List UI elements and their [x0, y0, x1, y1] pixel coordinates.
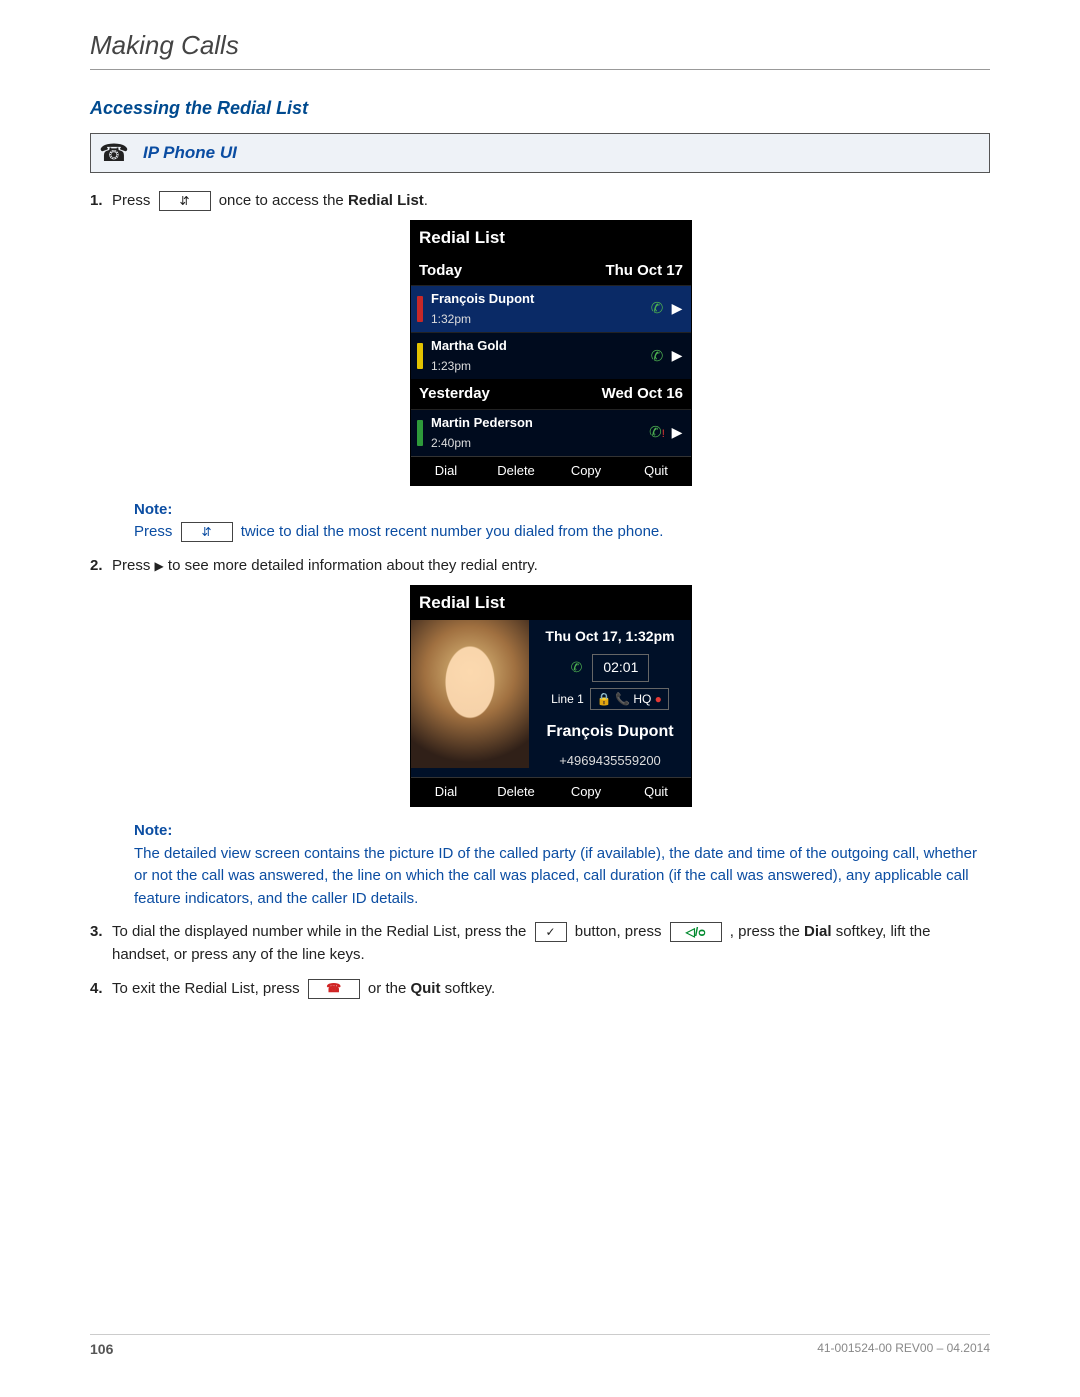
phone-title: Redial List: [411, 586, 691, 620]
note-1-text-b: twice to dial the most recent number you…: [241, 523, 664, 540]
updown-key-icon: ⇵: [159, 191, 211, 211]
redial-entry[interactable]: Martha Gold 1:23pm ✆ ▶: [411, 332, 691, 379]
entry-time: 2:40pm: [431, 436, 471, 450]
entry-name: Martin Pederson: [431, 413, 645, 433]
group-label: Today: [419, 259, 462, 282]
step-3-text-b: button, press: [571, 923, 666, 940]
outgoing-call-icon: ✆: [645, 345, 669, 368]
expand-arrow-icon[interactable]: ▶: [669, 298, 685, 320]
ip-phone-ui-banner: ☎ IP Phone UI: [90, 133, 990, 173]
step-number: 3.: [90, 920, 103, 943]
phone-icon: ☎: [99, 138, 129, 168]
step-2: 2. Press to see more detailed informatio…: [90, 554, 990, 910]
group-today-header: Today Thu Oct 17: [411, 256, 691, 285]
softkey-copy[interactable]: Copy: [551, 456, 621, 485]
detail-number: +4969435559200: [559, 751, 661, 771]
line-label: Line 1: [551, 690, 584, 709]
note-label: Note:: [134, 498, 990, 521]
step-4: 4. To exit the Redial List, press ☎ or t…: [90, 977, 990, 1000]
entry-time: 1:32pm: [431, 312, 471, 326]
softkey-quit[interactable]: Quit: [621, 777, 691, 806]
call-duration: 02:01: [592, 654, 649, 682]
right-arrow-icon: [155, 557, 164, 574]
detail-name: François Dupont: [546, 720, 673, 745]
expand-arrow-icon[interactable]: ▶: [669, 422, 685, 444]
softkey-dial[interactable]: Dial: [411, 777, 481, 806]
status-bar-yellow: [417, 343, 423, 369]
ip-phone-ui-label: IP Phone UI: [143, 143, 237, 163]
step-number: 1.: [90, 189, 103, 212]
note-2-body: The detailed view screen contains the pi…: [134, 843, 990, 911]
speaker-key-icon: ◁/ᴑ: [670, 922, 722, 942]
group-date: Thu Oct 17: [605, 259, 683, 282]
redial-list-screenshot: Redial List Today Thu Oct 17 François Du…: [410, 220, 692, 486]
step-number: 2.: [90, 554, 103, 577]
redial-list-bold: Redial List: [348, 192, 424, 209]
note-1-body: Press ⇵ twice to dial the most recent nu…: [134, 521, 990, 544]
step-3-text-c: , press the: [726, 923, 804, 940]
page-footer: 106 41-001524-00 REV00 – 04.2014: [90, 1334, 990, 1357]
group-label: Yesterday: [419, 382, 490, 405]
chapter-title: Making Calls: [90, 30, 990, 70]
softkey-copy[interactable]: Copy: [551, 777, 621, 806]
call-feature-icons: 🔒 📞 HQ ●: [590, 688, 669, 711]
contact-photo: [411, 620, 529, 768]
redial-entry[interactable]: François Dupont 1:32pm ✆ ▶: [411, 285, 691, 332]
section-title: Accessing the Redial List: [90, 98, 990, 119]
outgoing-call-icon: ✆!: [645, 421, 669, 444]
step-4-text-c: softkey.: [440, 980, 495, 997]
redial-entry[interactable]: Martin Pederson 2:40pm ✆! ▶: [411, 409, 691, 456]
page-number: 106: [90, 1341, 113, 1357]
entry-time: 1:23pm: [431, 359, 471, 373]
note-1-text-a: Press: [134, 523, 172, 540]
group-yesterday-header: Yesterday Wed Oct 16: [411, 379, 691, 408]
entry-name: Martha Gold: [431, 336, 645, 356]
step-4-text-b: or the: [364, 980, 411, 997]
step-4-text-a: To exit the Redial List, press: [112, 980, 304, 997]
dial-bold: Dial: [804, 923, 832, 940]
step-2-text-a: Press: [112, 557, 155, 574]
goodbye-key-icon: ☎: [308, 979, 360, 999]
redial-detail-screenshot: Redial List Thu Oct 17, 1:32pm ✆ 02:01 L…: [410, 585, 692, 807]
step-3: 3. To dial the displayed number while in…: [90, 920, 990, 967]
step-3-text-a: To dial the displayed number while in th…: [112, 923, 531, 940]
detail-datetime: Thu Oct 17, 1:32pm: [545, 626, 674, 648]
expand-arrow-icon[interactable]: ▶: [669, 345, 685, 367]
softkey-bar: Dial Delete Copy Quit: [411, 456, 691, 485]
status-bar-red: [417, 296, 423, 322]
phone-title: Redial List: [411, 221, 691, 255]
softkey-bar: Dial Delete Copy Quit: [411, 777, 691, 806]
softkey-dial[interactable]: Dial: [411, 456, 481, 485]
select-key-icon: ✓: [535, 922, 567, 942]
outgoing-call-icon: ✆: [571, 657, 583, 679]
step-1-text-c: .: [424, 192, 428, 209]
status-bar-green: [417, 420, 423, 446]
updown-key-icon: ⇵: [181, 522, 233, 542]
outgoing-call-icon: ✆: [645, 297, 669, 320]
entry-name: François Dupont: [431, 289, 645, 309]
step-2-text-b: to see more detailed information about t…: [164, 557, 538, 574]
softkey-quit[interactable]: Quit: [621, 456, 691, 485]
step-1-text-a: Press: [112, 192, 150, 209]
softkey-delete[interactable]: Delete: [481, 456, 551, 485]
softkey-delete[interactable]: Delete: [481, 777, 551, 806]
doc-revision: 41-001524-00 REV00 – 04.2014: [817, 1341, 990, 1357]
group-date: Wed Oct 16: [602, 382, 683, 405]
step-1-text-b: once to access the: [219, 192, 348, 209]
note-label: Note:: [134, 819, 990, 842]
step-1: 1. Press ⇵ once to access the Redial Lis…: [90, 189, 990, 544]
quit-bold: Quit: [410, 980, 440, 997]
step-number: 4.: [90, 977, 103, 1000]
